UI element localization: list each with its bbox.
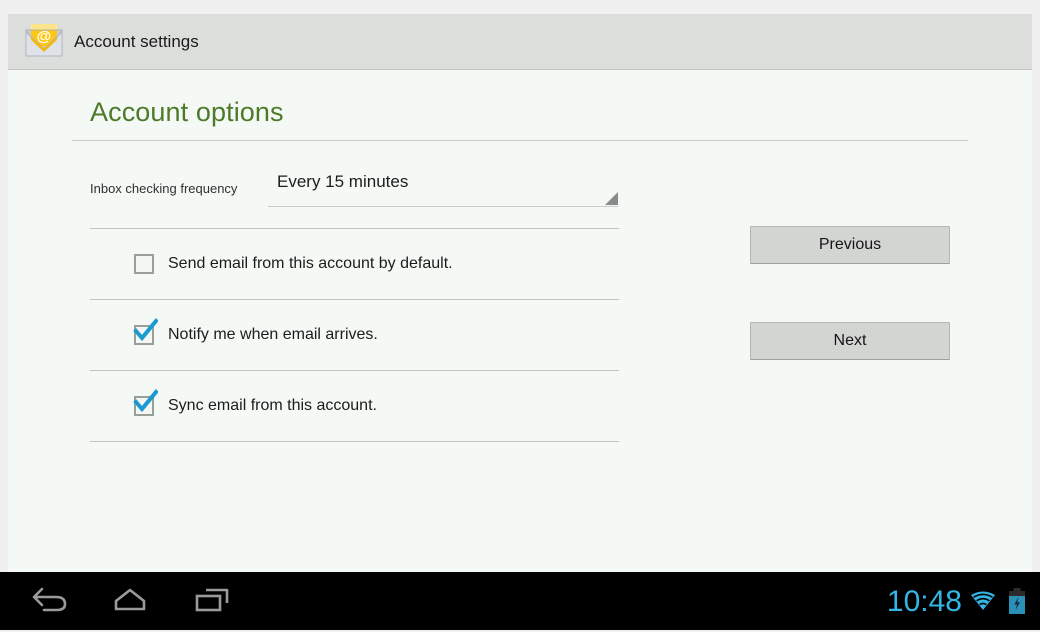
email-envelope-at-icon: @ [22, 20, 66, 64]
inbox-frequency-spinner[interactable]: Every 15 minutes [268, 167, 618, 207]
checkbox-label: Sync email from this account. [168, 397, 377, 414]
inbox-frequency-label: Inbox checking frequency [90, 181, 238, 196]
spinner-underline [268, 206, 618, 207]
previous-button[interactable]: Previous [750, 226, 950, 264]
next-button[interactable]: Next [750, 322, 950, 360]
inbox-frequency-row: Inbox checking frequency Every 15 minute… [8, 167, 1032, 215]
home-icon[interactable] [108, 584, 152, 618]
page-title: Account options [90, 97, 284, 127]
row-divider [90, 441, 619, 442]
app-window: @ Account settings Account options Inbox… [8, 14, 1032, 616]
checkmark-icon [132, 318, 159, 344]
checkmark-icon [132, 389, 159, 415]
navigation-bar: 10:48 [0, 572, 1040, 630]
checkbox-row-sync-email[interactable]: Sync email from this account. [90, 370, 619, 441]
spinner-dropdown-triangle-icon [605, 192, 618, 205]
checkbox-row-notify-on-email[interactable]: Notify me when email arrives. [90, 299, 619, 370]
recent-apps-icon[interactable] [190, 584, 234, 618]
back-arrow-icon[interactable] [28, 584, 72, 618]
action-bar: @ Account settings [8, 14, 1032, 70]
content-area: Account options Inbox checking frequency… [8, 71, 1032, 561]
status-clock: 10:48 [886, 585, 962, 618]
app-title: Account settings [74, 32, 199, 51]
wifi-icon [970, 590, 996, 612]
tablet-screen: @ Account settings Account options Inbox… [0, 0, 1040, 630]
checkbox-label: Send email from this account by default. [168, 255, 453, 272]
title-divider [72, 140, 968, 141]
checkbox-label: Notify me when email arrives. [168, 326, 378, 343]
svg-text:@: @ [37, 28, 52, 45]
battery-charging-icon [1008, 588, 1026, 614]
inbox-frequency-value: Every 15 minutes [277, 172, 409, 191]
checkbox-send-email-by-default[interactable] [134, 254, 154, 274]
checkbox-row-send-email-by-default[interactable]: Send email from this account by default. [90, 228, 619, 299]
